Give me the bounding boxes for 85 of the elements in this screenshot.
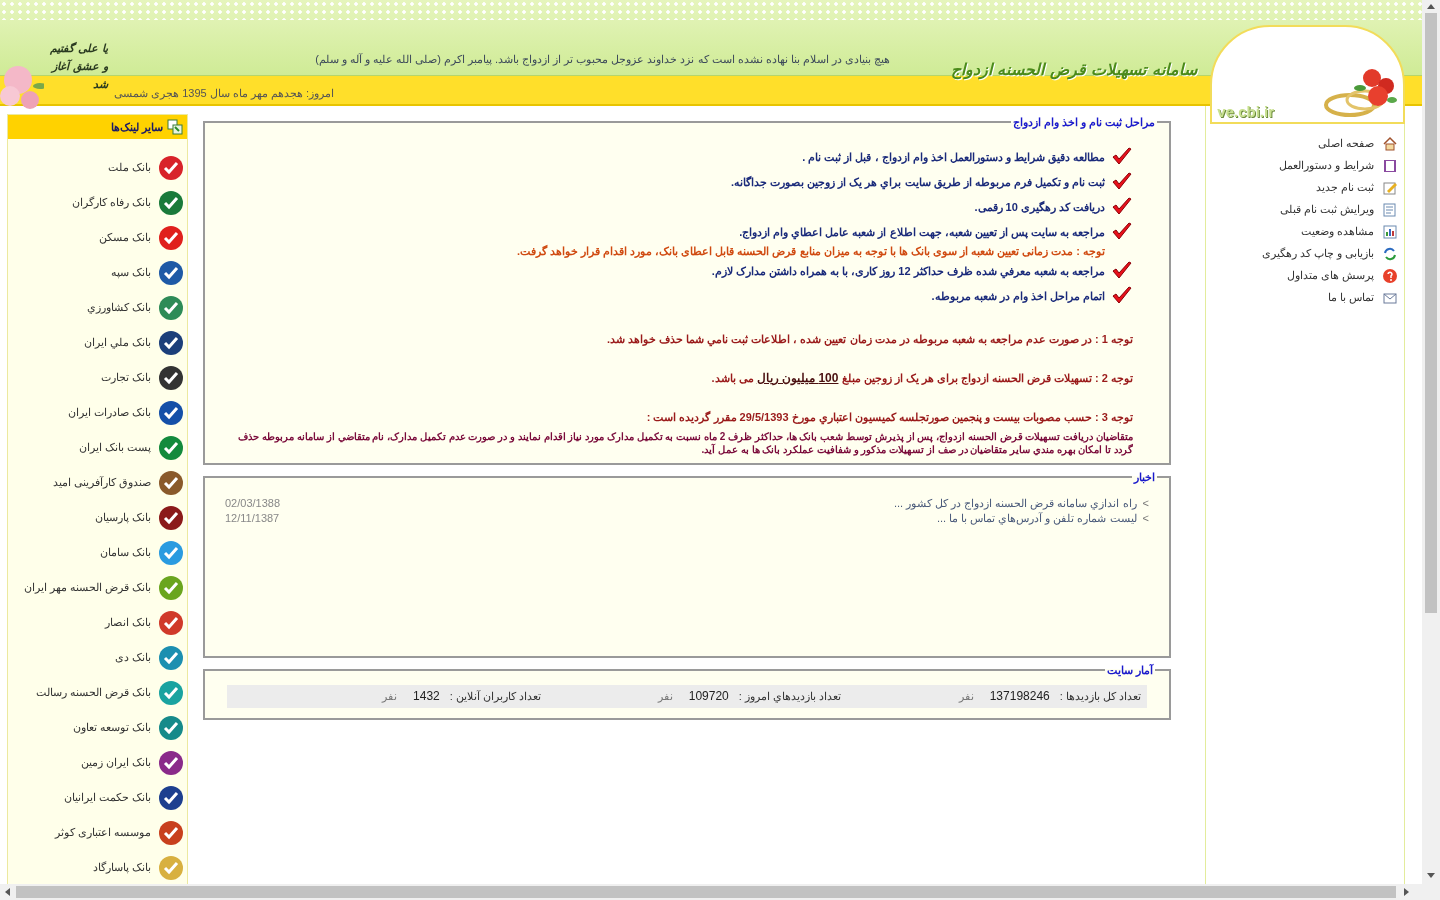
stat-label: تعداد کل بازديدها : (1059, 688, 1141, 705)
note-text: توجه 2 : تسهیلات قرض الحسنه ازدواج برای هر یک از زوجین مبلغ 100 میلیون ریال می باشد. (710, 370, 1133, 387)
bank-link[interactable]: بانک ایران زمین (80, 748, 185, 777)
menu-item[interactable]: بازیابی و چاپ کد رهگیری (1206, 244, 1398, 263)
site-title: سامانه تسهیلات قرض الحسنه ازدواج (950, 59, 1197, 82)
stat-unit: نفر (382, 688, 398, 705)
bank-link[interactable]: بانک قرض الحسنه مهر ايران (23, 573, 185, 602)
bank-link[interactable]: صندوق کارآفرینی امید (52, 468, 185, 497)
checkmark-icon (1111, 172, 1133, 192)
horizontal-scrollbar[interactable] (0, 884, 1440, 900)
links-title: سایر لینک‌ها (110, 119, 163, 136)
bank-link[interactable]: بانک سامان (99, 538, 185, 567)
help-icon (1382, 267, 1398, 284)
menu-item[interactable]: تماس با ما (1206, 288, 1398, 307)
bank-link[interactable]: پست بانک ايران (78, 433, 185, 462)
step-text: ثبت نام و تکميل فرم مربوطه از طريق سايت براي هر يک از زوجين بصورت جداگانه. (731, 174, 1105, 191)
news-date: 12/11/1387 (225, 510, 281, 526)
bank-link[interactable]: بانک قرض الحسنه رسالت (35, 678, 185, 707)
bank-link[interactable]: بانک حکمت ايرانيان (63, 783, 185, 812)
document-icon (1382, 201, 1398, 218)
stat-value: 109720 (688, 688, 729, 705)
bank-link[interactable]: بانک رفاه کارگران (71, 188, 185, 217)
bank-link[interactable]: بانک تجارت (100, 363, 185, 392)
news-link[interactable]: ليست شماره تلفن و آدرس‌هاي تماس با ما ... (936, 509, 1137, 527)
step-text: مطالعه دقيق شرايط و دستورالعمل اخذ وام ازدواج ، قبل از ثبت نام . (802, 149, 1105, 166)
motto-text: یا علی گفتیم و عشق آغاز شد (49, 41, 108, 93)
bank-link[interactable]: بانک توسعه تعاون (72, 713, 185, 742)
note-paragraph: متقاضيان دريافت تسهيلات قرض الحسنه ازدواج، پس از پذيرش توسط شعب بانک ها، حداکثر ظرف 2 ماه نسبت به تکميل مدارک مورد نياز اقدام نمايند و در صورت عدم تکميل مدارک، نام متقاضي از سامانه مربوطه حذف گردد تا امکان بهره مندي ساير متقاضيان در صف از تسهيلات مذکور و شفافيت عملکرد بانک ها به عمل آيد. (237, 429, 1133, 456)
menu-item[interactable]: پرسش های متداول (1206, 266, 1398, 285)
bullet-icon: > (1142, 509, 1149, 527)
bank-link[interactable]: بانک کشاورزي (86, 293, 185, 322)
bank-link[interactable]: بانک سپه (110, 258, 185, 287)
stat-value: 1432 (413, 688, 440, 705)
bank-link[interactable]: موسسه اعتباری کوثر (54, 818, 185, 847)
panel-title: مراحل ثبت نام و اخذ وام ازدواج (1011, 115, 1156, 131)
bullet-icon: > (1142, 494, 1149, 512)
home-icon (1382, 135, 1398, 152)
step-text: اتمام مراحل اخذ وام در شعبه مربوطه. (931, 288, 1105, 305)
checkmark-icon (1111, 147, 1133, 167)
stat-value: 137198246 (989, 688, 1050, 705)
bank-link[interactable]: بانک ملي ايران (83, 328, 185, 357)
scroll-up-icon[interactable] (1427, 4, 1435, 9)
links-icon (167, 119, 183, 135)
pencil-icon (1382, 179, 1398, 196)
checkmark-icon (1111, 261, 1133, 281)
stat-label: تعداد کاربران آنلاين : (449, 688, 541, 705)
panel-title: آمار سايت (1105, 663, 1155, 679)
menu-item[interactable]: صفحه اصلی (1206, 134, 1398, 153)
scroll-down-icon[interactable] (1427, 873, 1435, 878)
note-text: توجه 1 : در صورت عدم مراجعه به شعبه مربوطه در مدت زمان تعيين شده ، اطلاعات ثبت نامي شما حذف خواهد شد. (605, 331, 1133, 347)
menu-item[interactable]: شرایط و دستورالعمل (1206, 156, 1398, 175)
scroll-thumb[interactable] (16, 886, 1396, 898)
step-text: دريافت کد رهگيری 10 رقمی. (974, 199, 1105, 216)
scroll-right-icon[interactable] (1404, 888, 1409, 896)
menu-item[interactable]: مشاهده وضعیت (1206, 222, 1398, 241)
menu-item[interactable]: ویرایش ثبت نام قبلی (1206, 200, 1398, 219)
hadith-text: هیچ بنیادی در اسلام بنا نهاده نشده است که نزد خداوند عزوجل محبوب تر از ازدواج باشد. پیامبر اکرم (صلی الله علیه و آله و سلم) (315, 52, 890, 68)
scroll-thumb[interactable] (1425, 13, 1437, 613)
checkmark-icon (1111, 222, 1133, 242)
checkmark-icon (1111, 286, 1133, 306)
stat-unit: نفر (657, 688, 673, 705)
step-text: مراجعه به سايت پس از تعيين شعبه، جهت اطلاع از شعبه عامل اعطاي وام ازدواج. (739, 224, 1105, 241)
refresh-icon (1382, 245, 1398, 262)
bank-link[interactable]: بانک انصار (104, 608, 185, 637)
news-link[interactable]: راه اندازي سامانه قرض الحسنه ازدواج در کل کشور ... (893, 494, 1137, 512)
note-text: توجه : مدت زمانی تعيين شعبه از سوی بانک ها با توجه به ميزان منابع قرض الحسنه قابل اعطای بانک، مورد اقدام قرار خواهد گرفت. (516, 244, 1105, 260)
scroll-left-icon[interactable] (5, 888, 10, 896)
panel-title: اخبار (1132, 470, 1156, 486)
vertical-scrollbar[interactable] (1422, 0, 1440, 884)
menu-item[interactable]: ثبت نام جدید (1206, 178, 1398, 197)
stat-unit: نفر (958, 688, 974, 705)
bank-link[interactable]: بانک ملت (107, 153, 185, 182)
note-text: توجه 3 : حسب مصوبات بيست و پنجمين صورتجلسه کميسيون اعتباري مورخ 29/5/1393 مقرر گرديده است : (645, 410, 1133, 426)
bank-link[interactable]: بانک پارسيان (94, 503, 185, 532)
checkmark-icon (1111, 197, 1133, 217)
bank-link[interactable]: بانک مسکن (98, 223, 185, 252)
chart-icon (1382, 223, 1398, 240)
date-text: امروز: هجدهم مهر ماه سال 1395 هجری شمسی (114, 86, 334, 102)
step-text: مراجعه به شعبه معرفي شده ظرف حداکثر 12 روز کاری، با به همراه داشتن مدارک لازم. (711, 263, 1105, 280)
bank-link[interactable]: بانک دی (114, 643, 185, 672)
bank-link[interactable]: بانک صادرات ايران (67, 398, 185, 427)
logo-text: ve.cbi.ir (1217, 104, 1274, 119)
stat-label: تعداد بازديدهاي امروز : (738, 688, 841, 705)
bank-link[interactable]: بانک پاسارگاد (92, 853, 185, 882)
news-date: 02/03/1388 (225, 495, 282, 511)
